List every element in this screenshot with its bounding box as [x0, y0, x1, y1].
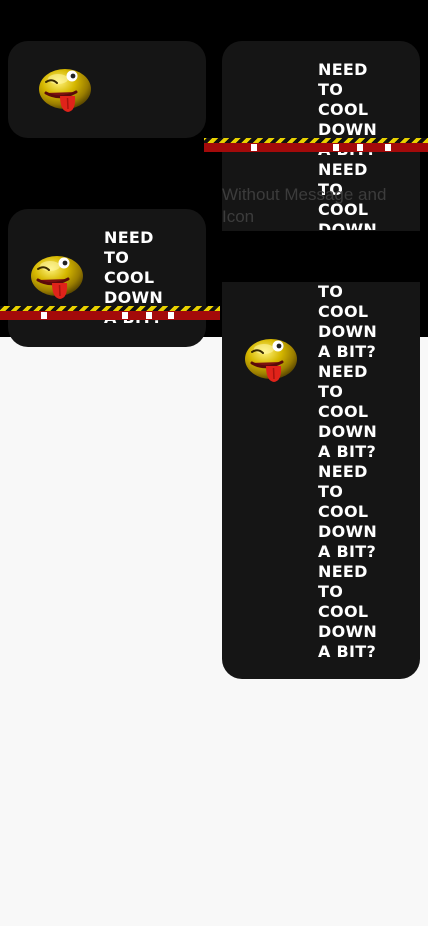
message-line: COOL — [318, 602, 369, 621]
message-line: A BIT? — [318, 542, 377, 561]
tongue-out-emoji-icon — [38, 67, 92, 114]
message-line: COOL — [318, 402, 369, 421]
message-line: DOWN — [318, 622, 378, 641]
message-line: TO — [318, 582, 344, 601]
message-line: DOWN — [318, 120, 378, 139]
message-line: COOL — [318, 100, 369, 119]
message-line: DOWN — [318, 422, 378, 441]
tongue-out-emoji-icon — [244, 337, 298, 384]
message-line: TO — [318, 80, 344, 99]
overflow-warning-tape — [204, 138, 428, 154]
card-icon-only[interactable] — [8, 41, 206, 138]
message-line: DOWN — [318, 522, 378, 541]
message-line: DOWN — [318, 322, 378, 341]
without-message-and-icon-caption: Without Message and Icon — [222, 185, 387, 226]
message-line: NEED — [318, 362, 368, 381]
message-line: COOL — [318, 502, 369, 521]
message-line: COOL — [318, 302, 369, 321]
message-line: TO — [318, 482, 344, 501]
message-line: A BIT? — [318, 442, 377, 461]
message-line: TO — [318, 282, 344, 301]
card-long-message[interactable]: TO COOL DOWN A BIT? NEED TO COOL DOWN A … — [222, 282, 420, 679]
message-line: NEED — [318, 462, 368, 481]
overflow-warning-tape — [0, 306, 220, 322]
tongue-out-emoji-icon — [30, 254, 84, 301]
message-line: TO — [318, 382, 344, 401]
message-line: TO — [104, 248, 130, 267]
message-line: NEED — [318, 160, 368, 179]
message-line: NEED — [318, 562, 368, 581]
message-line: A BIT? — [318, 642, 377, 661]
message-line: A BIT? — [318, 342, 377, 361]
message-line: NEED — [104, 228, 154, 247]
card-short-message[interactable]: NEED TO COOL DOWN A BIT? — [8, 209, 206, 347]
message-line: NEED — [318, 60, 368, 79]
message-line: COOL — [104, 268, 155, 287]
message-line: DOWN — [104, 288, 164, 307]
message-text: TO COOL DOWN A BIT? NEED TO COOL DOWN A … — [318, 282, 398, 662]
